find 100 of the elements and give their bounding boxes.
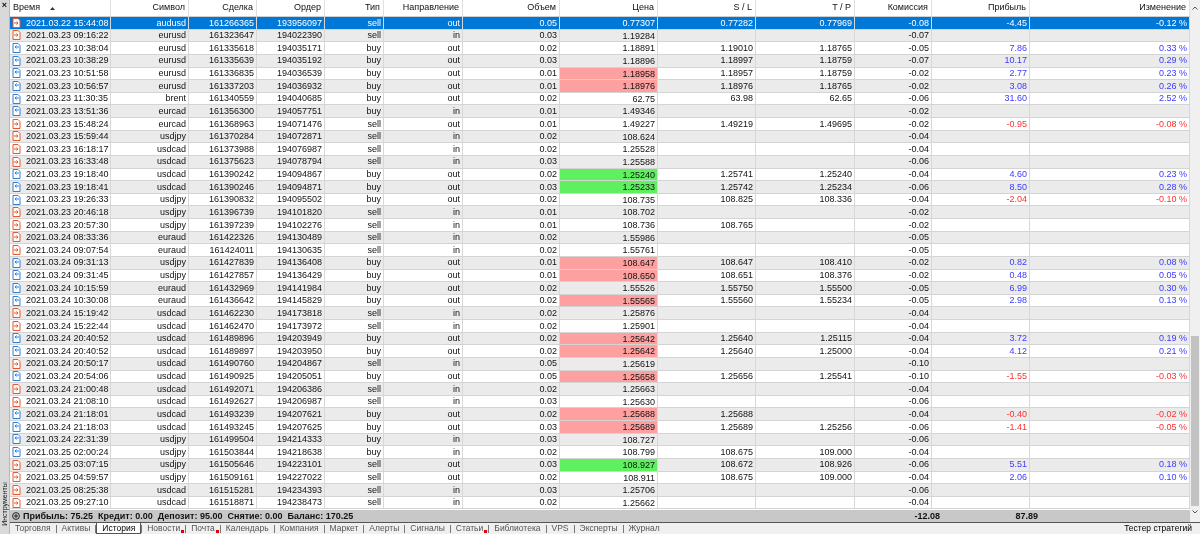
- bottom-tab[interactable]: Маркет: [324, 523, 364, 534]
- column-header[interactable]: Время: [10, 0, 111, 16]
- bottom-tab[interactable]: Эксперты: [574, 523, 623, 534]
- bottom-tab[interactable]: Торговля: [10, 523, 56, 534]
- table-cell-text: -0.10: [907, 370, 930, 383]
- column-header[interactable]: Прибыль: [932, 0, 1030, 16]
- table-cell-text: 2021.03.25 04:59:57: [25, 471, 110, 484]
- table-row[interactable]: 2021.03.24 15:19:42 usdcad 161462230 194173818 sell in 0.02 1.25876 -0.04: [10, 307, 1190, 320]
- table-cell-text: buy: [365, 256, 382, 269]
- table-cell-text: 1.18896: [621, 54, 656, 67]
- bottom-tab[interactable]: История: [96, 523, 142, 534]
- table-cell-text: 194238473: [275, 496, 323, 509]
- table-cell-text: 0.03: [538, 29, 558, 42]
- column-header[interactable]: Ордер: [257, 0, 325, 16]
- table-cell-text: 1.55560: [719, 294, 754, 307]
- bottom-tab[interactable]: VPS: [546, 523, 574, 534]
- table-cell-text: 161390242: [207, 168, 255, 181]
- table-cell-text: 194203949: [275, 332, 323, 345]
- bottom-tab[interactable]: Почта: [186, 523, 220, 534]
- bottom-tab[interactable]: Активы: [56, 523, 96, 534]
- scroll-up-icon[interactable]: [1192, 6, 1198, 10]
- table-cell-text: buy: [365, 433, 382, 446]
- table-cell-text: 194102276: [275, 218, 323, 232]
- table-cell-text: usdcad: [155, 142, 187, 156]
- bottom-tab[interactable]: Сигналы: [405, 523, 450, 534]
- column-header[interactable]: Объем: [463, 0, 560, 16]
- table-cell-text: sell: [366, 218, 382, 232]
- table-cell-text: buy: [365, 41, 382, 55]
- table-cell-text: 0.02: [538, 407, 558, 421]
- table-cell-text: 161489896: [207, 332, 255, 345]
- table-cell-text: 108.799: [621, 446, 656, 458]
- column-header[interactable]: S / L: [658, 0, 756, 16]
- table-cell-text: 2.77: [1008, 67, 1028, 80]
- bottom-tab[interactable]: Статьи: [450, 523, 489, 534]
- table-cell-text: -0.06: [907, 180, 930, 194]
- bottom-tab[interactable]: Компания: [274, 523, 324, 534]
- table-cell-text: usdjpy: [159, 458, 187, 471]
- table-cell-text: eurusd: [157, 79, 187, 93]
- table-row[interactable]: 2021.03.23 13:51:36 eurcad 161356300 194057751 buy in 0.01 1.49346 -0.02: [10, 105, 1190, 118]
- table-row[interactable]: 2021.03.25 08:25:38 usdcad 161515281 194234393 sell in 0.03 1.25706 -0.06: [10, 484, 1190, 497]
- bottom-tab[interactable]: Календарь: [220, 523, 274, 534]
- table-cell-text: 161490925: [207, 370, 255, 383]
- table-cell-text: buy: [365, 269, 382, 282]
- profit-total: 87.89: [1015, 511, 1038, 521]
- table-cell-text: in: [452, 382, 461, 396]
- column-header[interactable]: Сделка: [189, 0, 257, 16]
- bottom-tab[interactable]: Журнал: [623, 523, 665, 534]
- highlighted-cell: 1.25688: [560, 408, 657, 420]
- table-cell-text: 161375623: [207, 155, 255, 168]
- table-cell-text: 1.18765: [818, 79, 853, 93]
- table-cell-text: -0.05: [907, 281, 930, 295]
- scroll-down-icon[interactable]: [1192, 510, 1198, 514]
- column-header[interactable]: Цена: [560, 0, 658, 16]
- column-header[interactable]: Направление: [384, 0, 463, 16]
- table-cell-text: buy: [365, 281, 382, 295]
- table-cell-text: 194035171: [275, 41, 323, 55]
- highlighted-cell: 1.25642: [560, 345, 657, 357]
- table-cell-text: 161373988: [207, 142, 255, 156]
- column-header[interactable]: Символ: [111, 0, 189, 16]
- bottom-tab[interactable]: Тестер стратегий: [1124, 523, 1192, 534]
- table-cell-text: 1.25689: [719, 420, 754, 434]
- deal-icon: [12, 472, 21, 483]
- table-cell-text: 2021.03.24 15:22:44: [25, 319, 110, 333]
- table-cell-text: 1.25741: [719, 168, 754, 181]
- table-cell-text: 1.49227: [621, 118, 656, 130]
- table-cell-text: 1.19284: [621, 29, 656, 42]
- table-cell-text: 1.49695: [818, 117, 853, 131]
- scrollbar-thumb[interactable]: [1191, 336, 1199, 506]
- table-row[interactable]: 2021.03.22 15:44:08 audusd 161266365 193956097 sell out 0.05 0.77307 0.77282 0.77969 -0.08 -4.45 -0.12 %: [10, 17, 1190, 30]
- close-button[interactable]: ×: [1, 0, 8, 10]
- table-row[interactable]: 2021.03.23 10:56:57 eurusd 161337203 194036932 buy out 0.01 1.18976 1.18976 1.18765 -0.02 3.08 0.26 %: [10, 80, 1190, 93]
- table-row[interactable]: 2021.03.24 21:18:01 usdcad 161493239 194207621 buy out 0.02 1.25688 1.25688 -0.04 -0.40 -0.02 %: [10, 408, 1190, 421]
- table-cell-text: -0.06: [907, 92, 930, 105]
- table-cell-text: out: [446, 344, 461, 358]
- table-cell-text: 2021.03.22 15:44:08: [25, 16, 110, 30]
- table-row[interactable]: 2021.03.23 19:18:41 usdcad 161390246 194094871 buy out 0.03 1.25233 1.25742 1.25234 -0.06 8.50 0.28 %: [10, 181, 1190, 194]
- table-cell-text: usdcad: [155, 420, 187, 434]
- table-row[interactable]: 2021.03.24 21:00:48 usdcad 161492071 194206386 sell in 0.02 1.25663 -0.04: [10, 383, 1190, 396]
- table-cell-text: 0.03: [538, 458, 558, 471]
- bottom-tab[interactable]: Алерты: [364, 523, 405, 534]
- bottom-tab[interactable]: Новости: [142, 523, 186, 534]
- table-cell-text: 0.03: [538, 155, 558, 168]
- table-cell-text: 0.05 %: [1157, 269, 1188, 282]
- table-cell-text: 194094871: [275, 180, 323, 194]
- table-cell-text: 0.02: [538, 306, 558, 320]
- table-cell-text: 1.25541: [818, 370, 853, 383]
- table-row[interactable]: 2021.03.24 10:15:59 euraud 161432969 194141984 buy out 0.02 1.55526 1.55750 1.55500 -0.05 6.99 0.30 %: [10, 282, 1190, 295]
- column-header[interactable]: T / P: [756, 0, 855, 16]
- table-cell-text: 0.13 %: [1157, 294, 1188, 307]
- bottom-tab[interactable]: Библиотека: [489, 523, 546, 534]
- table-cell-text: -0.10: [907, 357, 930, 370]
- deal-icon: [12, 320, 21, 331]
- table-row[interactable]: 2021.03.23 20:46:18 usdjpy 161396739 194101820 sell in 0.01 108.702 -0.02: [10, 206, 1190, 219]
- table-cell-text: 2021.03.23 19:18:40: [25, 168, 110, 181]
- table-cell-text: 1.25662: [621, 496, 656, 509]
- column-header[interactable]: Комиссия: [855, 0, 932, 16]
- table-cell-text: 161397239: [207, 218, 255, 232]
- table-cell-text: 194173818: [275, 306, 323, 320]
- column-header[interactable]: Тип: [325, 0, 384, 16]
- table-cell-text: 2.98: [1008, 294, 1028, 307]
